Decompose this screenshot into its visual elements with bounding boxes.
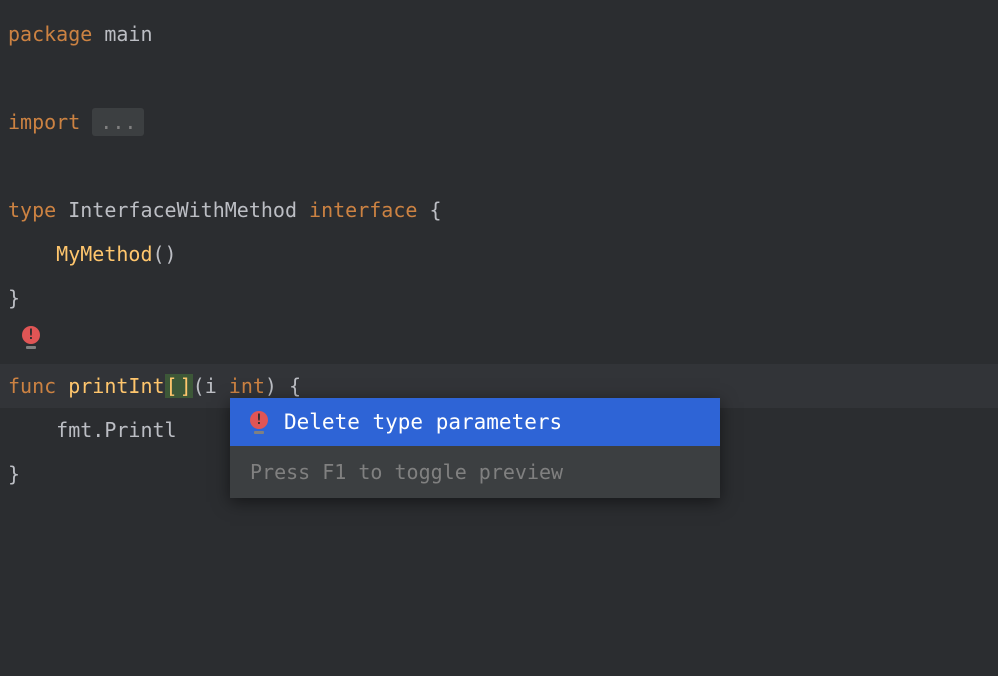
method-name: MyMethod: [56, 242, 152, 266]
pkg-ref: fmt: [56, 418, 92, 442]
brace-open: {: [429, 198, 441, 222]
folded-imports[interactable]: ...: [92, 108, 144, 136]
keyword-interface: interface: [309, 198, 417, 222]
package-name: main: [104, 22, 152, 46]
keyword-import: import: [8, 110, 80, 134]
dot: .: [92, 418, 104, 442]
code-line: MyMethod(): [0, 232, 998, 276]
error-circle-icon: !: [22, 326, 40, 344]
brace-close: }: [8, 286, 20, 310]
error-bulb-icon: !: [250, 411, 268, 434]
intention-hint: Press F1 to toggle preview: [230, 446, 720, 498]
code-line-empty: [0, 56, 998, 100]
keyword-func: func: [8, 374, 56, 398]
code-line: import ...: [0, 100, 998, 144]
keyword-package: package: [8, 22, 92, 46]
code-line: type InterfaceWithMethod interface {: [0, 188, 998, 232]
type-name: InterfaceWithMethod: [68, 198, 297, 222]
type-param-bracket-open: [: [165, 374, 179, 398]
type-param-bracket-close: ]: [179, 374, 193, 398]
param-type: int: [229, 374, 265, 398]
param-name: i: [205, 374, 217, 398]
gutter-error-bulb[interactable]: !: [22, 320, 40, 349]
code-line: }: [0, 276, 998, 320]
method-parens: (): [153, 242, 177, 266]
error-circle-icon: !: [250, 411, 268, 429]
bulb-base-icon: [26, 346, 36, 349]
brace-open: {: [289, 374, 301, 398]
code-line: package main: [0, 12, 998, 56]
paren-open: (: [193, 374, 205, 398]
keyword-type: type: [8, 198, 56, 222]
intention-action-delete-type-parameters[interactable]: ! Delete type parameters: [230, 398, 720, 446]
call-name: Printl: [104, 418, 176, 442]
func-name: printInt: [68, 374, 164, 398]
code-line-empty: [0, 320, 998, 364]
paren-close: ): [265, 374, 277, 398]
code-line-empty: [0, 144, 998, 188]
bulb-base-icon: [254, 431, 264, 434]
intention-action-label: Delete type parameters: [284, 410, 562, 434]
error-bulb-icon: !: [22, 326, 40, 349]
intention-popup: ! Delete type parameters Press F1 to tog…: [230, 398, 720, 498]
brace-close: }: [8, 462, 20, 486]
